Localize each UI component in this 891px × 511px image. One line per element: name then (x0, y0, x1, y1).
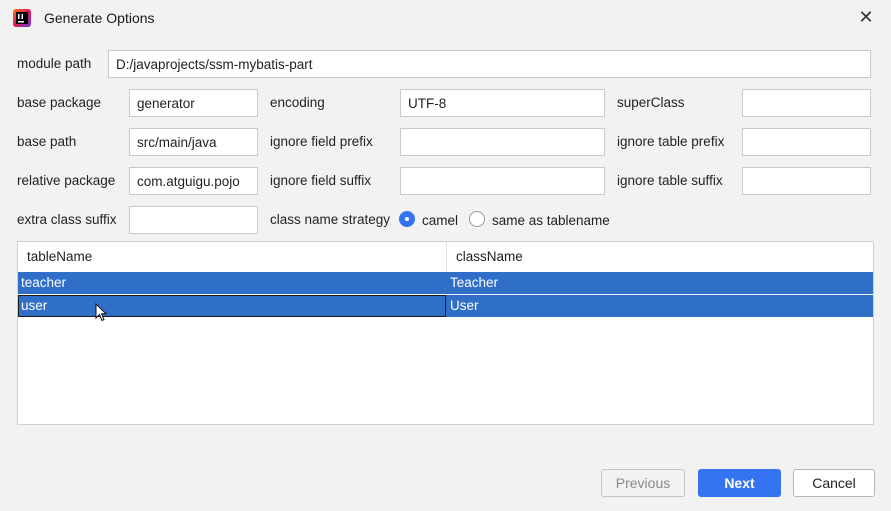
base-package-input[interactable] (129, 89, 258, 117)
intellij-app-icon (13, 9, 31, 27)
ignore-field-suffix-label: ignore field suffix (270, 173, 372, 188)
module-path-input[interactable] (108, 50, 871, 78)
column-header-tablename[interactable]: tableName (18, 242, 446, 272)
extra-class-suffix-input[interactable] (129, 206, 258, 234)
same-as-tablename-radio-label[interactable]: same as tablename (492, 213, 610, 228)
ignore-field-suffix-input[interactable] (400, 167, 605, 195)
table-row[interactable]: teacher Teacher (18, 272, 873, 294)
encoding-label: encoding (270, 95, 325, 110)
ignore-table-prefix-label: ignore table prefix (617, 134, 725, 149)
ignore-table-suffix-input[interactable] (742, 167, 871, 195)
table-cell-classname[interactable]: User (448, 295, 873, 317)
table-cell-classname[interactable]: Teacher (448, 272, 873, 294)
ignore-table-prefix-input[interactable] (742, 128, 871, 156)
relative-package-label: relative package (17, 173, 116, 188)
window-title: Generate Options (44, 10, 155, 26)
previous-button[interactable]: Previous (601, 469, 685, 497)
base-path-input[interactable] (129, 128, 258, 156)
base-path-label: base path (17, 134, 77, 149)
table-cell-tablename[interactable]: user (18, 295, 446, 317)
table-mapping: tableName className teacher Teacher user… (17, 241, 874, 425)
camel-radio[interactable] (399, 211, 415, 227)
superclass-label: superClass (617, 95, 685, 110)
extra-class-suffix-label: extra class suffix (17, 212, 117, 227)
next-button[interactable]: Next (698, 469, 781, 497)
ignore-field-prefix-label: ignore field prefix (270, 134, 373, 149)
ignore-table-suffix-label: ignore table suffix (617, 173, 723, 188)
relative-package-input[interactable] (129, 167, 258, 195)
table-cell-tablename[interactable]: teacher (19, 272, 445, 294)
cancel-button[interactable]: Cancel (793, 469, 875, 497)
encoding-input[interactable] (400, 89, 605, 117)
same-as-tablename-radio[interactable] (469, 211, 485, 227)
superclass-input[interactable] (742, 89, 871, 117)
mouse-cursor-icon (95, 303, 107, 322)
base-package-label: base package (17, 95, 102, 110)
module-path-label: module path (17, 56, 92, 71)
column-header-classname[interactable]: className (447, 242, 873, 272)
class-name-strategy-label: class name strategy (270, 212, 391, 227)
camel-radio-label[interactable]: camel (422, 213, 458, 228)
close-icon[interactable]: ✕ (856, 7, 876, 27)
ignore-field-prefix-input[interactable] (400, 128, 605, 156)
table-row[interactable]: user User (18, 295, 873, 317)
